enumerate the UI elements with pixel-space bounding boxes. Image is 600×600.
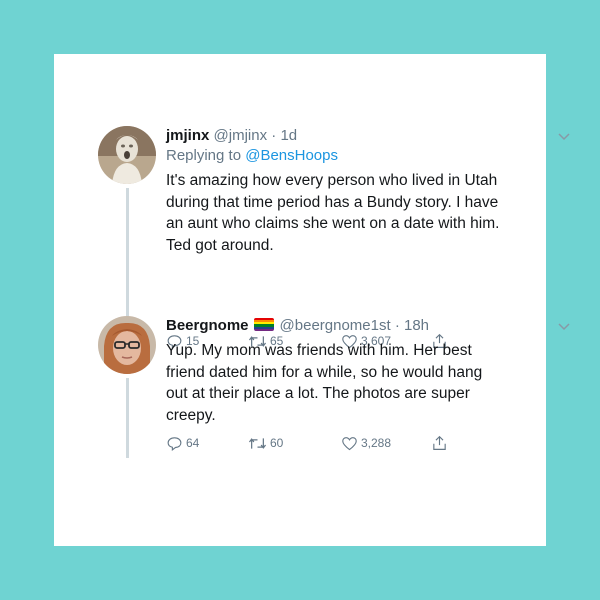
share-button[interactable]	[431, 434, 451, 452]
screenshot-card: jmjinx @jmjinx · 1d Replying to @BensHoo…	[54, 54, 570, 546]
user-handle[interactable]: @beergnome1st	[280, 317, 391, 334]
replying-to-label: Replying to	[166, 147, 242, 164]
like-icon	[342, 436, 357, 450]
tweet-header: Beergnome @beergnome1st · 18h	[166, 316, 516, 336]
chevron-down-icon[interactable]	[556, 128, 572, 144]
like-button[interactable]: 3,288	[341, 435, 431, 452]
separator: ·	[390, 317, 404, 334]
tweet-actions: 64 60 3,288	[166, 434, 451, 452]
separator: ·	[267, 127, 281, 144]
share-icon	[433, 435, 446, 450]
reply-icon	[167, 436, 182, 451]
thread-line	[126, 188, 129, 328]
user-handle[interactable]: @jmjinx	[214, 127, 268, 144]
thread-line	[126, 378, 129, 458]
avatar[interactable]	[98, 316, 156, 374]
display-name[interactable]: Beergnome	[166, 317, 249, 334]
retweet-icon	[248, 437, 267, 449]
timestamp[interactable]: 18h	[404, 317, 429, 334]
tweet-text: It's amazing how every person who lived …	[166, 172, 500, 254]
display-name[interactable]: jmjinx	[166, 127, 209, 144]
like-count: 3,288	[361, 436, 392, 450]
avatar[interactable]	[98, 126, 156, 184]
tweet-header: jmjinx @jmjinx · 1d	[166, 126, 516, 146]
timestamp[interactable]: 1d	[280, 127, 297, 144]
replying-to: Replying to @BensHoops	[166, 146, 516, 166]
retweet-button[interactable]: 60	[248, 435, 341, 452]
mention-link[interactable]: @BensHoops	[245, 147, 338, 164]
rainbow-flag-icon	[253, 318, 274, 331]
chevron-down-icon[interactable]	[556, 318, 572, 334]
reply-button[interactable]: 64	[166, 435, 248, 452]
tweet-text: Yup. My mom was friends with him. Her be…	[166, 342, 483, 424]
retweet-count: 60	[270, 436, 284, 450]
reply-count: 64	[186, 436, 200, 450]
